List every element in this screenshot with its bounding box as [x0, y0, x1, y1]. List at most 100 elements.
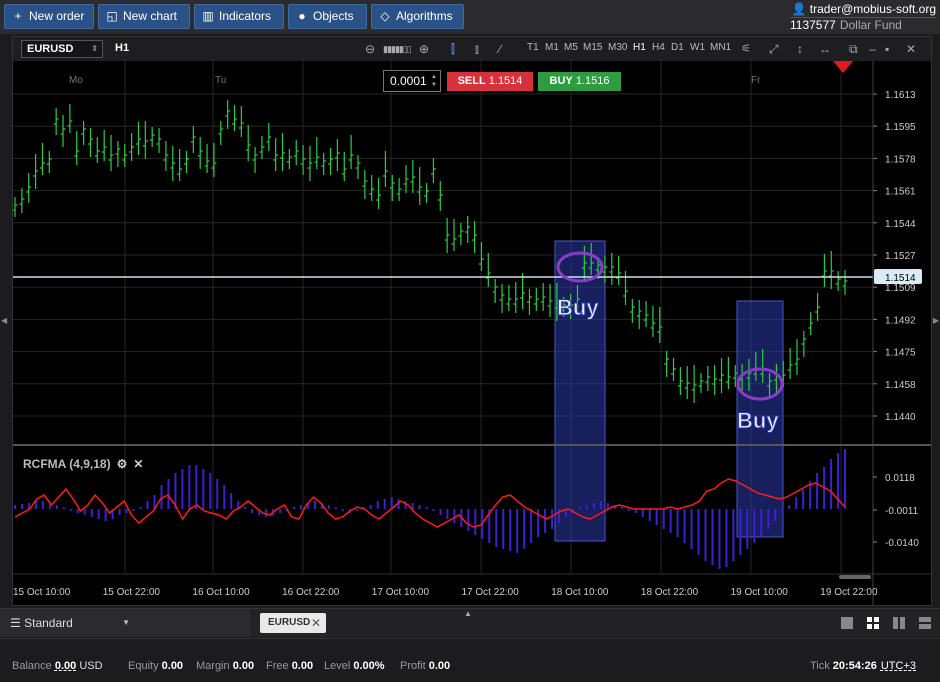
price-chart[interactable]: 1.1514 1.16131.15951.15781.15611.15441.1… — [13, 61, 931, 605]
price-tick-label: 1.1492 — [885, 315, 916, 326]
tf-M1[interactable]: M1 — [545, 42, 559, 53]
indicator-tick-label: -0.0140 — [885, 538, 919, 549]
indicator-line — [14, 478, 846, 528]
profit-status: Profit 0.00 — [400, 660, 451, 672]
horizontal-resize-icon[interactable]: ↔ — [819, 41, 831, 57]
price-tick-label: 1.1595 — [885, 122, 916, 133]
workspace-tab-bar: ☰ Standard ▼ ▲ EURUSD ✕ — [0, 608, 940, 637]
status-bar: Balance 0.00 USD Equity 0.00 Margin 0.00… — [0, 638, 940, 682]
account-info[interactable]: 👤 trader@mobius-soft.org 1137577 Dollar F… — [790, 2, 936, 32]
price-tick-label: 1.1475 — [885, 348, 916, 359]
alert-marker-icon — [833, 61, 853, 73]
objects-button[interactable]: ● Objects — [288, 4, 367, 29]
indicators-button[interactable]: ▥ Indicators — [194, 4, 284, 29]
price-tick-label: 1.1578 — [885, 154, 916, 165]
timezone-select[interactable]: UTC+3 — [881, 660, 916, 672]
tf-M5[interactable]: M5 — [564, 42, 578, 53]
tf-MN1[interactable]: MN1 — [710, 42, 731, 53]
equity-status: Equity 0.00 — [128, 660, 184, 672]
tf-H1[interactable]: H1 — [633, 42, 646, 53]
close-tab-icon[interactable]: ✕ — [311, 613, 321, 633]
line-chart-type-icon[interactable]: ∕ — [499, 41, 501, 57]
new-order-button[interactable]: + New order — [4, 4, 94, 29]
time-axis-label: 19 Oct 22:00 — [820, 587, 878, 598]
time-axis-label: 19 Oct 10:00 — [731, 587, 789, 598]
layout-columns-icon[interactable] — [892, 616, 906, 630]
free-status: Free 0.00 — [266, 660, 314, 672]
layout-single-icon[interactable] — [840, 616, 854, 630]
day-label: Mo — [69, 75, 83, 86]
zoom-out-icon[interactable]: ⊖ — [365, 41, 375, 57]
buy-annotation-1: Buy — [557, 295, 600, 321]
new-chart-button[interactable]: ◱ New chart — [98, 4, 190, 29]
vertical-resize-icon[interactable]: ↕ — [797, 41, 803, 57]
zoom-in-icon[interactable]: ⊕ — [419, 41, 429, 57]
balance-status: Balance 0.00 USD — [12, 660, 103, 672]
rcfma-line — [14, 478, 846, 528]
time-axis-label: 18 Oct 10:00 — [551, 587, 609, 598]
day-label: Tu — [215, 75, 226, 86]
chart-toolbar: EURUSD ⇕ H1 ⊖ ▮▮▮▮▮▯▯ ⊕ ⫿ ⫾ ∕ T1 M1 M5 M1… — [13, 37, 931, 61]
detach-icon[interactable]: ⧉ — [849, 41, 858, 57]
price-tick-label: 1.1527 — [885, 251, 916, 262]
zoom-slider[interactable]: ▮▮▮▮▮▯▯ — [383, 41, 412, 57]
settings-icon[interactable]: ⚟ — [741, 41, 751, 57]
horizontal-scrollbar — [839, 575, 871, 579]
chevron-down-icon: ▼ — [122, 618, 130, 627]
chart-icon: ◱ — [106, 9, 118, 23]
tf-D1[interactable]: D1 — [671, 42, 684, 53]
time-axis-label: 17 Oct 10:00 — [372, 587, 430, 598]
collapse-up-icon[interactable]: ▲ — [464, 609, 472, 618]
time-axis-label: 16 Oct 22:00 — [282, 587, 340, 598]
spinner-icon[interactable]: ▲ ▼ — [431, 73, 437, 89]
indicator-label: RCFMA (4,9,18) ⚙ ✕ — [23, 457, 144, 471]
layout-rows-icon[interactable] — [918, 616, 932, 630]
chart-axes: 1.16131.15951.15781.15611.15441.15271.15… — [13, 61, 931, 605]
tf-T1[interactable]: T1 — [527, 42, 539, 53]
time-axis-label: 17 Oct 22:00 — [462, 587, 520, 598]
tf-H4[interactable]: H4 — [652, 42, 665, 53]
account-user: trader@mobius-soft.org — [809, 2, 936, 16]
tf-M30[interactable]: M30 — [608, 42, 627, 53]
menu-icon: ☰ — [10, 616, 21, 630]
buy-button[interactable]: BUY 1.1516 — [538, 72, 621, 91]
candle-chart-type-icon[interactable]: ⫾ — [475, 41, 479, 57]
main-toolbar: + New order ◱ New chart ▥ Indicators ● Objec… — [0, 0, 940, 34]
workspace-select[interactable]: ☰ Standard ▼ — [0, 609, 250, 637]
margin-status: Margin 0.00 — [196, 660, 255, 672]
tab-eurusd[interactable]: EURUSD ✕ — [260, 613, 326, 633]
price-tick-label: 1.1509 — [885, 283, 916, 294]
chart-overlays: 1.1514 — [13, 61, 922, 579]
diagonal-resize-icon[interactable]: ⤢ — [769, 41, 779, 57]
maximize-icon[interactable]: ▪ — [885, 41, 889, 57]
objects-icon: ● — [298, 9, 306, 23]
time-axis-label: 15 Oct 10:00 — [13, 587, 71, 598]
layout-grid-icon[interactable] — [866, 616, 880, 630]
bar-chart-type-icon[interactable]: ⫿ — [451, 41, 455, 57]
highlight-box — [554, 240, 606, 542]
tf-W1[interactable]: W1 — [690, 42, 705, 53]
symbol-select[interactable]: EURUSD ⇕ — [21, 40, 103, 58]
buy-annotation-2: Buy — [737, 408, 780, 434]
minimize-icon[interactable]: ‒ — [869, 41, 876, 57]
tf-M15[interactable]: M15 — [583, 42, 602, 53]
bar-chart-icon: ▥ — [202, 9, 214, 23]
remove-indicator-icon[interactable]: ✕ — [133, 457, 143, 471]
right-collapse-arrow[interactable]: ▶ — [933, 316, 939, 325]
price-tick-label: 1.1544 — [885, 219, 916, 230]
account-fund: Dollar Fund — [839, 18, 902, 32]
gear-icon[interactable]: ⚙ — [117, 457, 128, 471]
plus-icon: + — [14, 9, 22, 23]
lot-size-input[interactable]: 0.0001 ▲ ▼ — [383, 70, 441, 92]
left-collapse-arrow[interactable]: ◀ — [1, 316, 7, 325]
algorithms-button[interactable]: ◇ Algorithms — [371, 4, 464, 29]
price-tick-label: 1.1440 — [885, 412, 916, 423]
close-icon[interactable]: ✕ — [906, 41, 916, 57]
price-tick-label: 1.1613 — [885, 90, 916, 101]
timeframe-label: H1 — [115, 42, 130, 54]
tick-time: Tick 20:54:26 UTC+3 — [809, 660, 916, 672]
day-label: Fr — [751, 75, 761, 86]
level-status: Level 0.00% — [324, 660, 385, 672]
sell-button[interactable]: SELL 1.1514 — [447, 72, 533, 91]
price-tick-label: 1.1458 — [885, 380, 916, 391]
